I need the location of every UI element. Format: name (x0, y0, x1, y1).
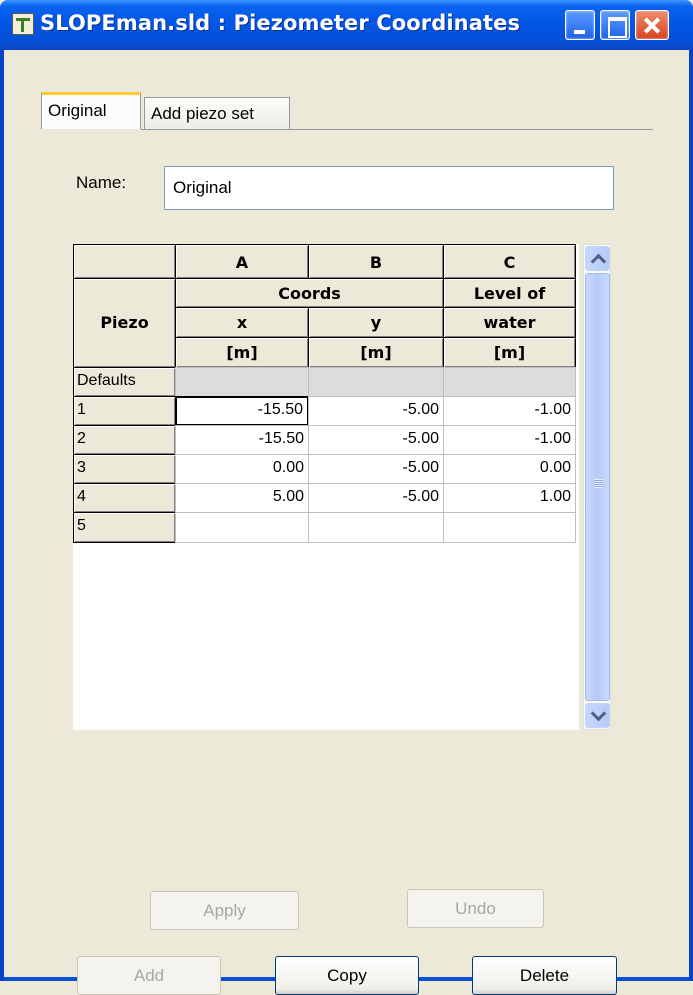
defaults-row-header[interactable]: Defaults (73, 367, 176, 397)
row-header[interactable]: 4 (73, 483, 176, 513)
y-cell[interactable]: -5.00 (308, 425, 444, 455)
column-header-a[interactable]: A (175, 244, 309, 279)
app-icon[interactable] (12, 13, 34, 35)
row-header[interactable]: 5 (73, 512, 176, 543)
minimize-button[interactable] (565, 10, 595, 40)
name-label: Name: (76, 173, 127, 192)
close-button[interactable] (635, 10, 669, 40)
coords-header: Coords (175, 278, 444, 308)
y-cell[interactable] (308, 512, 444, 543)
y-cell[interactable]: -5.00 (308, 396, 444, 426)
dialog-client: Original Add piezo set Name: A B C Piezo… (4, 50, 689, 995)
name-input[interactable] (164, 166, 614, 210)
y-header: y (308, 307, 444, 338)
column-header-c[interactable]: C (443, 244, 576, 279)
apply-button[interactable]: Apply (150, 891, 299, 930)
default-y-cell[interactable] (308, 367, 444, 397)
row-header[interactable]: 2 (73, 425, 176, 455)
title-bar[interactable]: SLOPEman.sld : Piezometer Coordinates (0, 0, 693, 50)
default-x-cell[interactable] (175, 367, 309, 397)
x-cell[interactable]: 0.00 (175, 454, 309, 484)
grip-icon (594, 479, 603, 488)
scroll-up-arrow-icon[interactable] (585, 246, 610, 271)
tab-original[interactable]: Original (41, 92, 141, 129)
tab-add-piezo-set[interactable]: Add piezo set (144, 97, 290, 130)
add-button[interactable]: Add (77, 956, 221, 995)
row-header[interactable]: 1 (73, 396, 176, 426)
delete-button[interactable]: Delete (472, 956, 617, 995)
y-unit: [m] (308, 337, 444, 368)
x-cell[interactable]: 5.00 (175, 483, 309, 513)
level-header-line1: Level of (443, 278, 576, 308)
window: SLOPEman.sld : Piezometer Coordinates Or… (0, 0, 693, 995)
grid-corner-header[interactable] (73, 244, 176, 279)
level-cell[interactable]: 1.00 (443, 483, 576, 513)
level-cell[interactable]: -1.00 (443, 396, 576, 426)
x-unit: [m] (175, 337, 309, 368)
undo-button[interactable]: Undo (407, 889, 544, 928)
level-cell[interactable]: -1.00 (443, 425, 576, 455)
y-cell[interactable]: -5.00 (308, 454, 444, 484)
piezo-grid[interactable]: A B C Piezo Coords Level of x y water [m… (73, 244, 579, 730)
row-header[interactable]: 3 (73, 454, 176, 484)
grid-vertical-scrollbar[interactable] (583, 244, 611, 730)
window-title: SLOPEman.sld : Piezometer Coordinates (40, 11, 521, 35)
level-header-line2: water (443, 307, 576, 338)
scrollbar-thumb[interactable] (585, 273, 610, 701)
level-unit: [m] (443, 337, 576, 368)
window-border-right (689, 50, 693, 981)
scroll-down-arrow-icon[interactable] (585, 703, 610, 728)
default-level-cell[interactable] (443, 367, 576, 397)
x-header: x (175, 307, 309, 338)
level-cell[interactable] (443, 512, 576, 543)
x-cell[interactable] (175, 512, 309, 543)
x-cell[interactable]: -15.50 (175, 396, 309, 426)
y-cell[interactable]: -5.00 (308, 483, 444, 513)
copy-button[interactable]: Copy (275, 956, 419, 995)
tab-strip-divider (141, 129, 653, 130)
maximize-button[interactable] (600, 10, 630, 40)
level-cell[interactable]: 0.00 (443, 454, 576, 484)
x-cell[interactable]: -15.50 (175, 425, 309, 455)
column-header-b[interactable]: B (308, 244, 444, 279)
piezo-header: Piezo (73, 278, 176, 368)
